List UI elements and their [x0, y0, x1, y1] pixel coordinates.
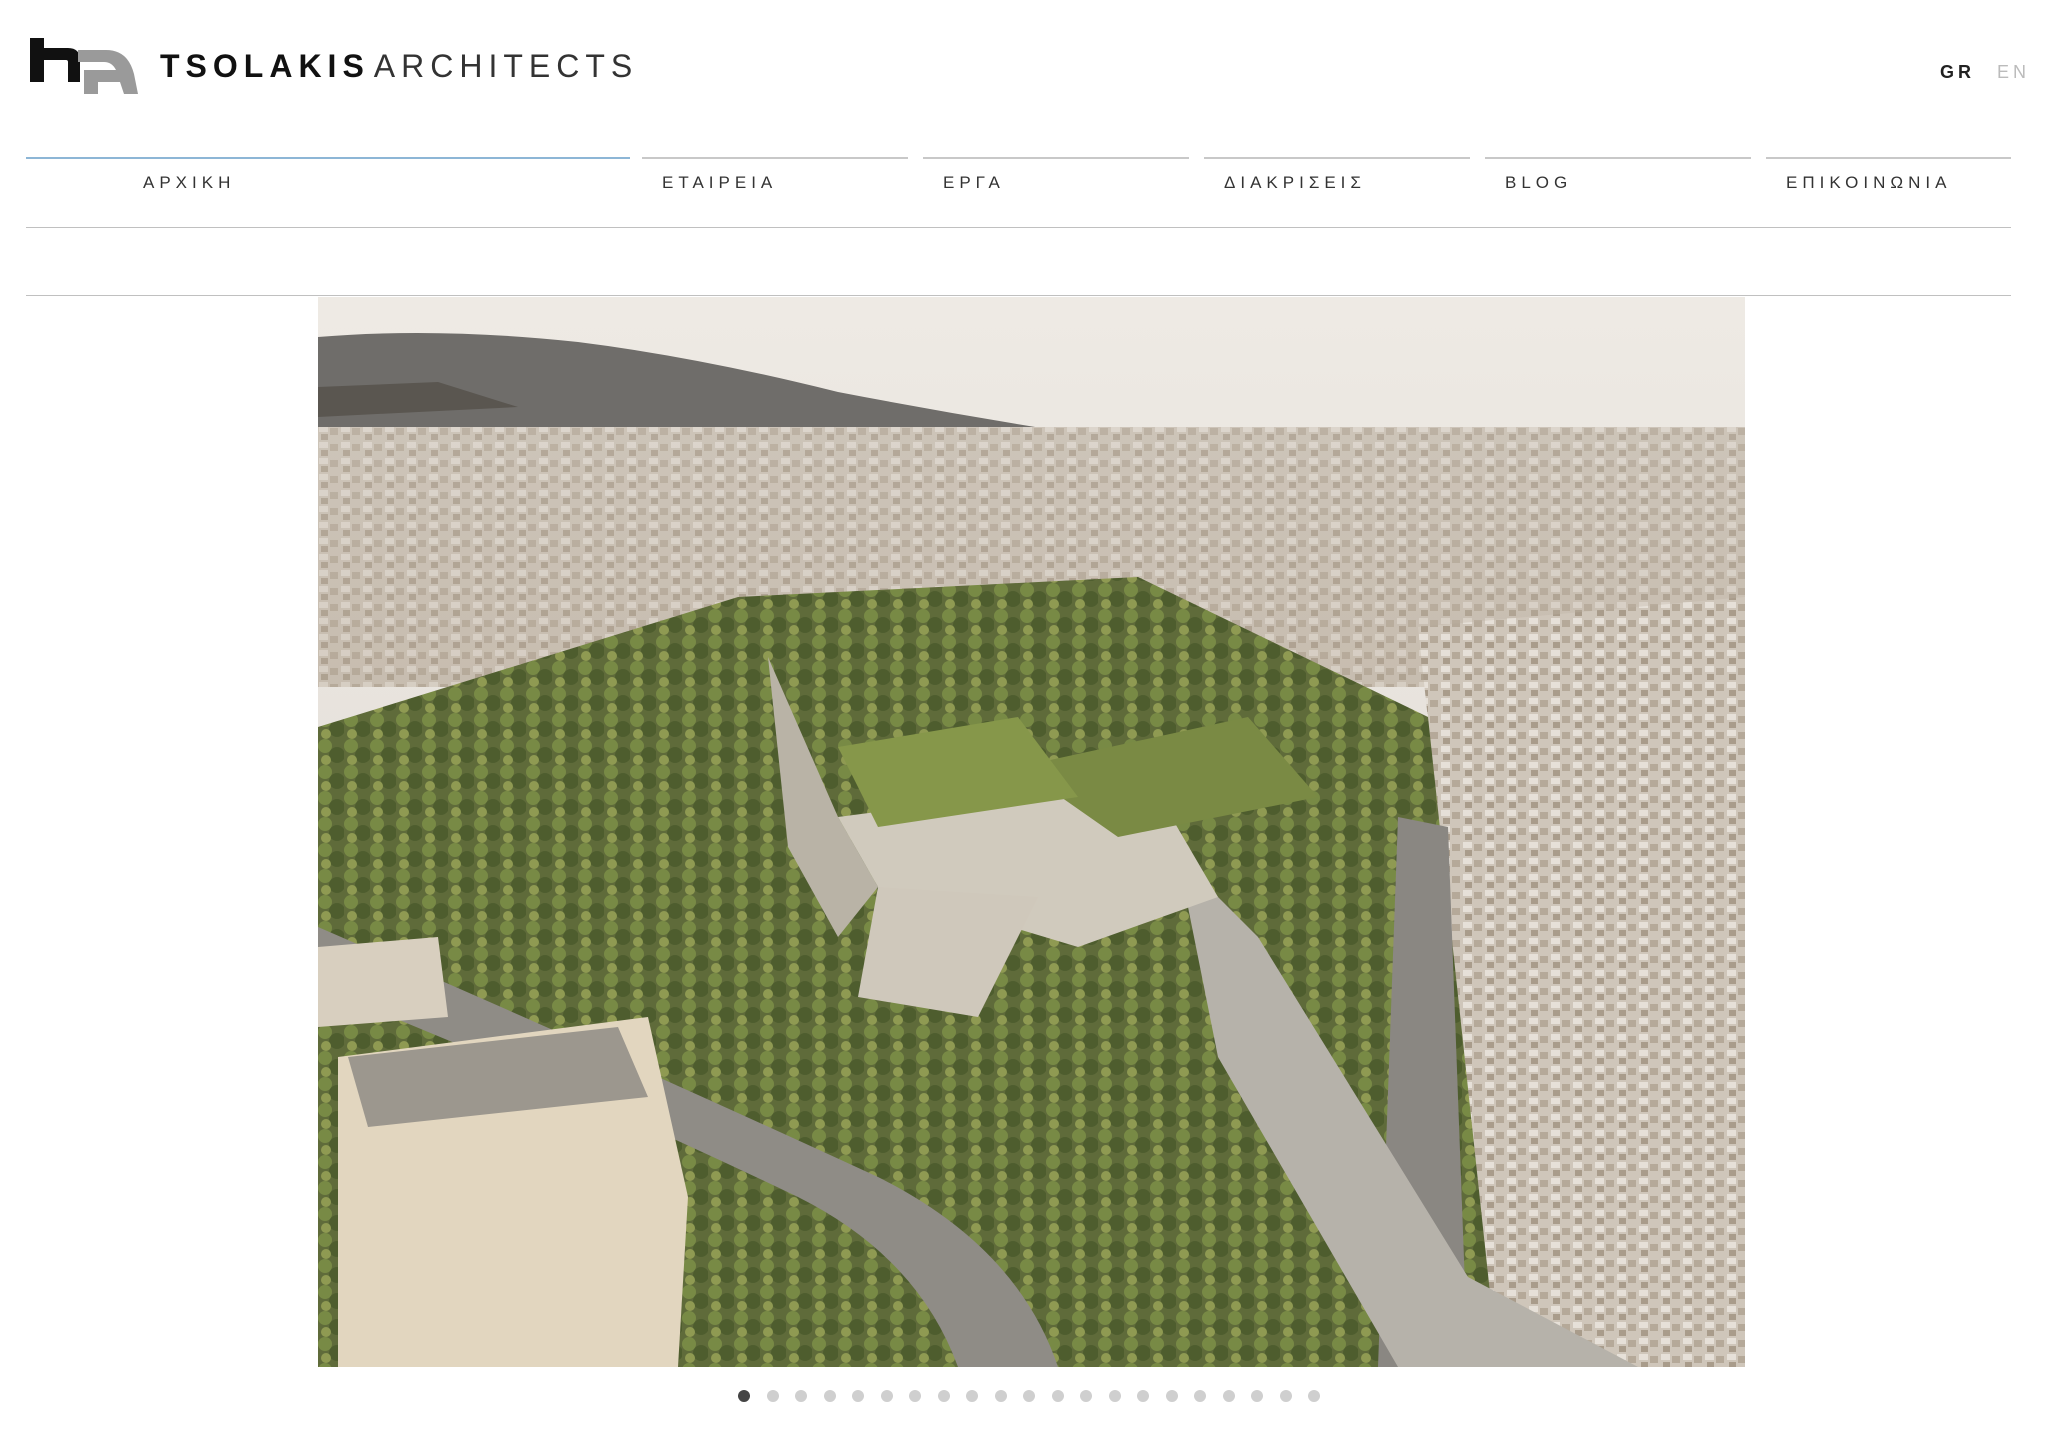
lang-en-link[interactable]: EN [1997, 62, 2030, 83]
nav-item-awards[interactable]: ΔΙΑΚΡΙΣΕΙΣ [1204, 157, 1470, 229]
slider-dot[interactable] [1051, 1390, 1064, 1402]
slider-dot[interactable] [1137, 1390, 1149, 1402]
brand-name-light: ARCHITECTS [373, 48, 639, 84]
slider-dot[interactable] [1308, 1390, 1320, 1402]
slider-dot[interactable] [937, 1390, 950, 1402]
slider-dot[interactable] [1165, 1390, 1178, 1402]
slider-dot[interactable] [994, 1390, 1007, 1402]
lang-gr-link[interactable]: GR [1940, 62, 1975, 83]
nav-item-contact-label: ΕΠΙΚΟΙΝΩΝΙΑ [1786, 173, 1952, 192]
slider-dot[interactable] [823, 1390, 836, 1402]
main-navigation: ΑΡΧΙΚΗ ΕΤΑΙΡΕΙΑ ΕΡΓΑ ΔΙΑΚΡΙΣΕΙΣ BLOG ΕΠΙ… [26, 157, 2011, 229]
nav-item-projects[interactable]: ΕΡΓΑ [923, 157, 1189, 229]
brand-name-bold: TSOLAKIS [160, 48, 370, 84]
slider-dot[interactable] [966, 1390, 978, 1402]
nav-item-awards-label: ΔΙΑΚΡΙΣΕΙΣ [1224, 173, 1366, 192]
slider-dot[interactable] [1251, 1390, 1263, 1402]
slider-dot[interactable] [1279, 1390, 1292, 1402]
tsolakis-logo-icon[interactable] [28, 36, 140, 96]
nav-item-home[interactable]: ΑΡΧΙΚΗ [26, 157, 630, 229]
slider-dot[interactable] [1080, 1390, 1092, 1402]
slider-dot[interactable] [880, 1390, 893, 1402]
nav-item-blog[interactable]: BLOG [1485, 157, 1751, 229]
nav-item-company[interactable]: ΕΤΑΙΡΕΙΑ [642, 157, 908, 229]
slider-dot[interactable] [1023, 1390, 1035, 1402]
slider-dot[interactable] [1222, 1390, 1235, 1402]
slider-dot[interactable] [852, 1390, 864, 1402]
content-divider [26, 295, 2011, 296]
slider-dot[interactable] [766, 1390, 779, 1402]
project-slideshow-image[interactable] [318, 297, 1745, 1367]
nav-item-projects-label: ΕΡΓΑ [943, 173, 1005, 192]
slider-dot[interactable] [1108, 1390, 1121, 1402]
slider-dot[interactable] [1194, 1390, 1206, 1402]
slider-dot[interactable] [795, 1390, 807, 1402]
nav-item-contact[interactable]: ΕΠΙΚΟΙΝΩΝΙΑ [1766, 157, 2011, 229]
nav-item-blog-label: BLOG [1505, 173, 1573, 192]
slider-dot[interactable] [909, 1390, 921, 1402]
slider-pagination [738, 1390, 1320, 1404]
nav-divider [26, 227, 2011, 228]
nav-item-home-label: ΑΡΧΙΚΗ [143, 173, 236, 192]
language-switcher: GR EN [1940, 62, 2030, 83]
brand-wordmark[interactable]: TSOLAKIS ARCHITECTS [160, 48, 638, 88]
nav-item-company-label: ΕΤΑΙΡΕΙΑ [662, 173, 778, 192]
slider-dot[interactable] [738, 1390, 750, 1402]
